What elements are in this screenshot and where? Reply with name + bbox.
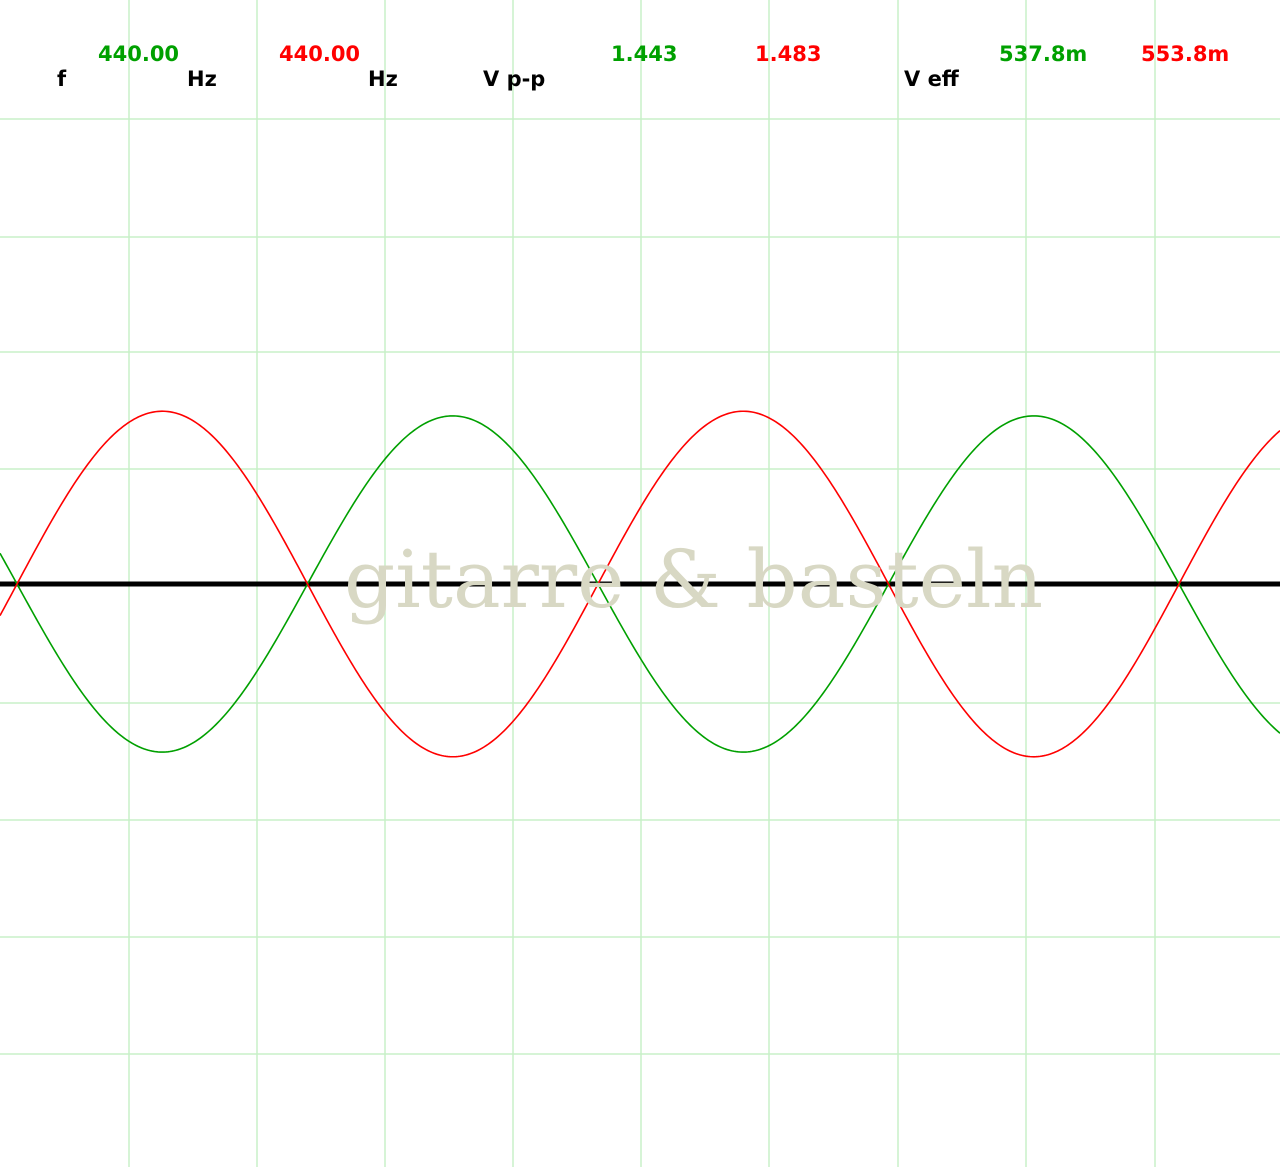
oscilloscope-display: gitarre & basteln f 440.00 Hz 440.00 Hz … (0, 0, 1280, 1167)
vpp-label: V p-p (483, 67, 546, 91)
veff-channel-b: 553.8m (1141, 42, 1230, 66)
frequency-unit-a: Hz (187, 67, 217, 91)
frequency-unit-b: Hz (368, 67, 398, 91)
veff-channel-a: 537.8m (999, 42, 1088, 66)
scope-plot (0, 0, 1280, 1167)
vpp-channel-b: 1.483 (755, 42, 822, 66)
frequency-channel-b: 440.00 (279, 42, 361, 66)
vpp-channel-a: 1.443 (611, 42, 678, 66)
veff-label: V eff (904, 67, 959, 91)
frequency-label: f (57, 67, 67, 91)
frequency-channel-a: 440.00 (98, 42, 180, 66)
